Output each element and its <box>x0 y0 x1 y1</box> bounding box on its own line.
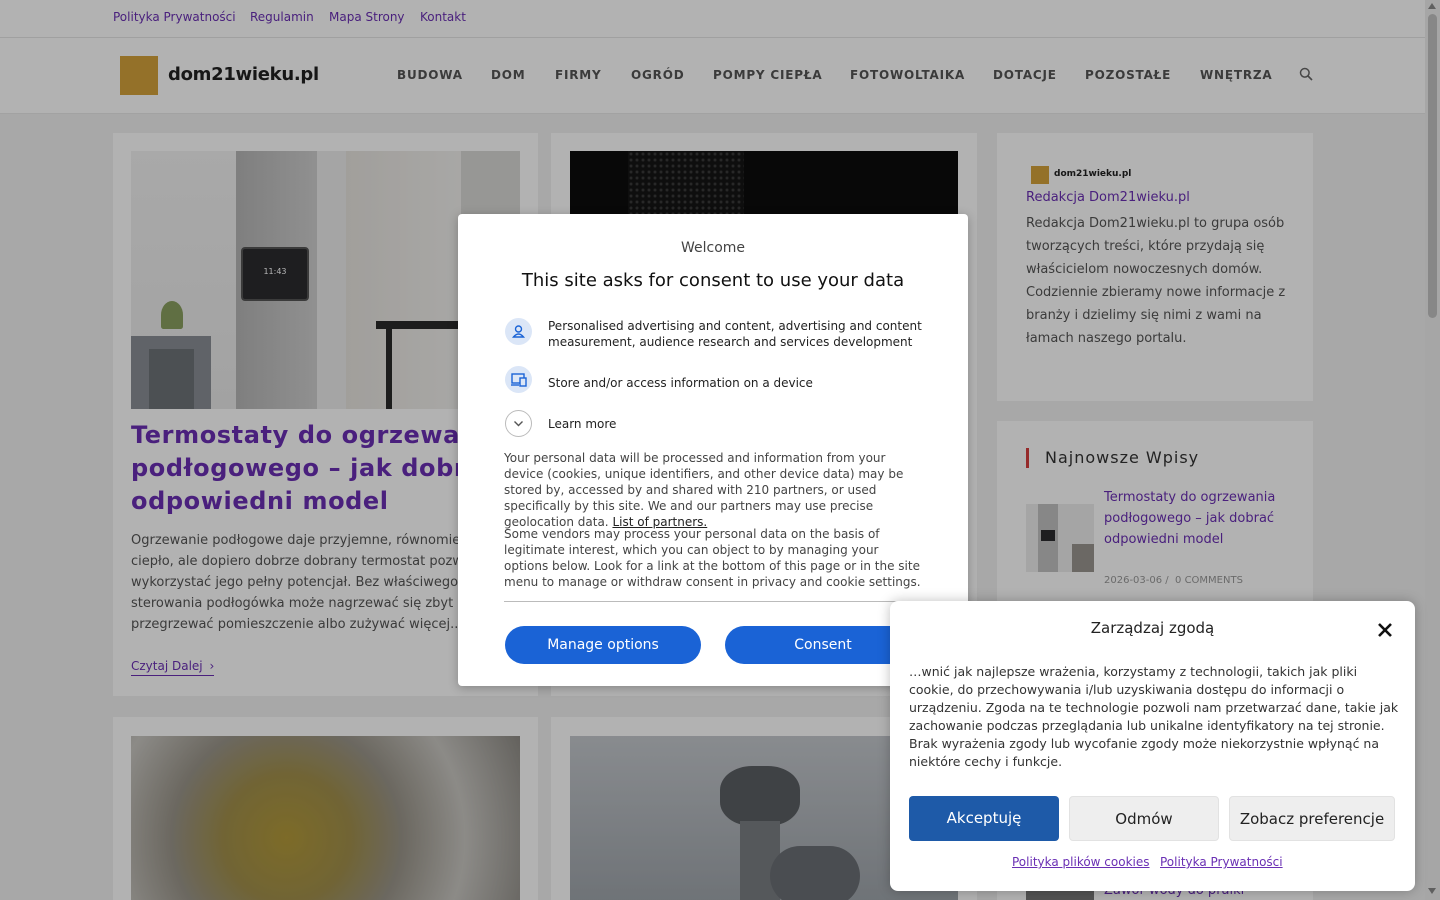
cookie-panel-text: …wnić jak najlepsze wrażenia, korzystamy… <box>909 664 1399 769</box>
accept-button[interactable]: Akceptuję <box>909 796 1059 841</box>
deny-button[interactable]: Odmów <box>1069 796 1219 841</box>
view-preferences-button[interactable]: Zobacz preferencje <box>1229 796 1395 841</box>
cookie-policy-link[interactable]: Polityka plików cookies <box>1012 855 1150 869</box>
consent-welcome: Welcome <box>680 240 746 256</box>
consent-paragraph-2: Some vendors may process your personal d… <box>504 527 921 589</box>
devices-icon <box>505 366 532 393</box>
learn-more-toggle[interactable]: Learn more <box>548 416 928 432</box>
consent-purpose-storage: Store and/or access information on a dev… <box>548 376 813 390</box>
manage-options-button[interactable]: Manage options <box>505 626 701 664</box>
consent-title: This site asks for consent to use your d… <box>521 270 905 291</box>
chevron-down-icon[interactable] <box>505 410 532 437</box>
cookie-panel-title: Zarządzaj zgodą <box>1090 619 1215 637</box>
person-icon <box>505 318 532 345</box>
cookie-consent-panel: Zarządzaj zgodą …wnić jak najlepsze wraż… <box>890 601 1415 891</box>
privacy-policy-panel-link[interactable]: Polityka Prywatności <box>1160 855 1283 869</box>
consent-paragraph-1: Your personal data will be processed and… <box>504 450 922 530</box>
consent-divider <box>504 601 921 602</box>
close-icon[interactable] <box>1376 621 1394 639</box>
consent-purpose-advertising: Personalised advertising and content, ad… <box>548 319 922 349</box>
